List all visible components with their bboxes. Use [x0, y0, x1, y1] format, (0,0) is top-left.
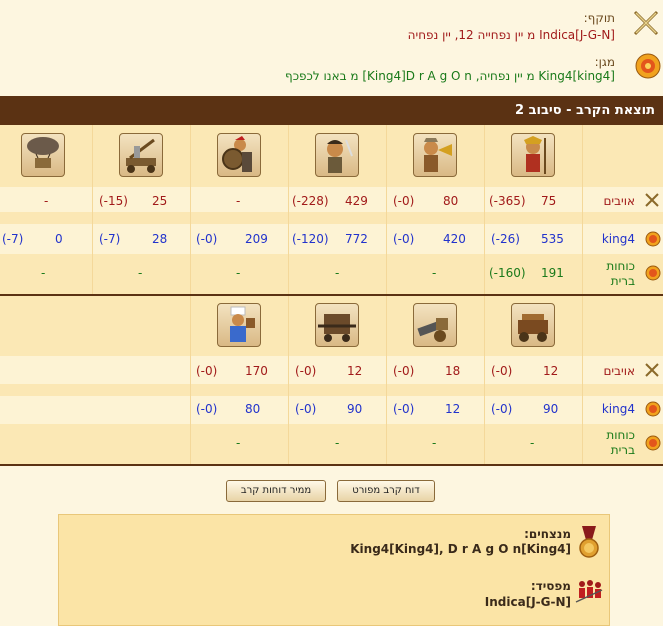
cell-loss: (-7) — [2, 232, 24, 246]
cell-loss: (-0) — [491, 402, 513, 416]
cell-loss: - — [530, 436, 535, 450]
row-label-king4[interactable]: king4 — [602, 402, 635, 416]
shield-unit-icon — [217, 133, 261, 177]
cell-loss: (-0) — [295, 402, 317, 416]
airship-unit-icon — [21, 133, 65, 177]
shield-badge-icon — [645, 401, 661, 417]
cell-loss: - — [44, 194, 49, 208]
cell-count: 12 — [445, 402, 461, 416]
row-label-enemies: אויבים — [603, 194, 635, 208]
cell-loss: - — [138, 266, 143, 280]
crossed-swords-icon — [644, 362, 660, 378]
ram-unit-icon — [315, 303, 359, 347]
row-label-allies: כוחות ברית — [606, 259, 635, 289]
losers-text[interactable]: Indica[J-G-N] — [485, 595, 571, 609]
cell-loss: (-0) — [295, 364, 317, 378]
shield-badge-icon — [645, 435, 661, 451]
cook-unit-icon — [217, 303, 261, 347]
row-label-king4[interactable]: king4 — [602, 232, 635, 246]
cell-count: 191 — [541, 266, 564, 280]
row-label-allies: כוחות ברית — [606, 428, 635, 458]
cell-loss: - — [335, 266, 340, 280]
attacker-icon — [631, 8, 661, 38]
catapult-unit-icon — [119, 133, 163, 177]
cell-loss: (-15) — [99, 194, 128, 208]
cell-count: 535 — [541, 232, 564, 246]
cell-loss: - — [335, 436, 340, 450]
cell-count: 0 — [55, 232, 63, 246]
cell-loss: - — [432, 266, 437, 280]
cell-count: 12 — [347, 364, 363, 378]
cell-count: 75 — [541, 194, 557, 208]
cell-loss: (-120) — [292, 232, 329, 246]
battle-title: תוצאת הקרב - סיבוב 2 — [515, 103, 655, 118]
cell-loss: (-0) — [491, 364, 513, 378]
horn-unit-icon — [413, 133, 457, 177]
winners-text[interactable]: King4[King4], D r A g O n[King4] — [350, 542, 571, 556]
cell-loss: (-0) — [393, 194, 415, 208]
medal-icon — [578, 526, 600, 560]
cell-loss: (-7) — [99, 232, 121, 246]
cell-loss: (-365) — [489, 194, 526, 208]
cell-loss: (-26) — [491, 232, 520, 246]
cell-count: 420 — [443, 232, 466, 246]
losers-label: מפסיד: — [530, 579, 571, 593]
cell-loss: (-228) — [292, 194, 329, 208]
cell-loss: - — [236, 266, 241, 280]
shield-badge-icon — [645, 265, 661, 281]
cell-count: 80 — [245, 402, 261, 416]
row-label-allies-line1: כוחות — [606, 259, 635, 273]
cell-loss: - — [432, 436, 437, 450]
cannon-unit-icon — [413, 303, 457, 347]
defender-label: מגן: — [594, 55, 615, 69]
cell-count: 90 — [347, 402, 363, 416]
cell-count: 12 — [543, 364, 559, 378]
attacker-text[interactable]: Indica[J-G-N] מ יין נפחייה 12, יין נפחיה — [408, 28, 615, 42]
shield-badge-icon — [645, 231, 661, 247]
battle-title-bar: תוצאת הקרב - סיבוב 2 — [0, 96, 663, 125]
cell-count: 209 — [245, 232, 268, 246]
spearman-unit-icon — [511, 133, 555, 177]
attacker-label: תוקף: — [583, 11, 615, 25]
cell-count: 170 — [245, 364, 268, 378]
cell-loss: (-0) — [196, 232, 218, 246]
cell-count: 28 — [152, 232, 168, 246]
crossed-swords-icon — [644, 192, 660, 208]
row-label-allies-line2: ברית — [610, 274, 635, 288]
cell-count: 18 — [445, 364, 461, 378]
report-converter-button[interactable]: ממיר דוחות קרב — [226, 480, 326, 502]
cell-loss: - — [236, 194, 241, 208]
cell-count: 25 — [152, 194, 168, 208]
defender-text[interactable]: King4[king4] מ יין נפחיה, King4]D r A g … — [285, 69, 615, 83]
row-label-allies-line1: כוחות — [606, 428, 635, 442]
cell-loss: (-0) — [196, 364, 218, 378]
defeated-icon — [574, 578, 604, 604]
cell-loss: (-0) — [393, 402, 415, 416]
cell-loss: (-0) — [393, 364, 415, 378]
detailed-report-button[interactable]: דוח קרב מפורט — [337, 480, 435, 502]
cell-loss: (-160) — [489, 266, 526, 280]
defender-icon — [635, 53, 661, 79]
cell-count: 772 — [345, 232, 368, 246]
cell-count: 80 — [443, 194, 459, 208]
row-label-allies-line2: ברית — [610, 443, 635, 457]
cell-count: 429 — [345, 194, 368, 208]
cell-loss: (-0) — [196, 402, 218, 416]
swordsman-unit-icon — [315, 133, 359, 177]
winners-label: מנצחים: — [524, 527, 571, 541]
cell-loss: (-0) — [393, 232, 415, 246]
row-label-enemies: אויבים — [603, 364, 635, 378]
cell-loss: - — [41, 266, 46, 280]
cell-loss: - — [236, 436, 241, 450]
cart-unit-icon — [511, 303, 555, 347]
cell-count: 90 — [543, 402, 559, 416]
